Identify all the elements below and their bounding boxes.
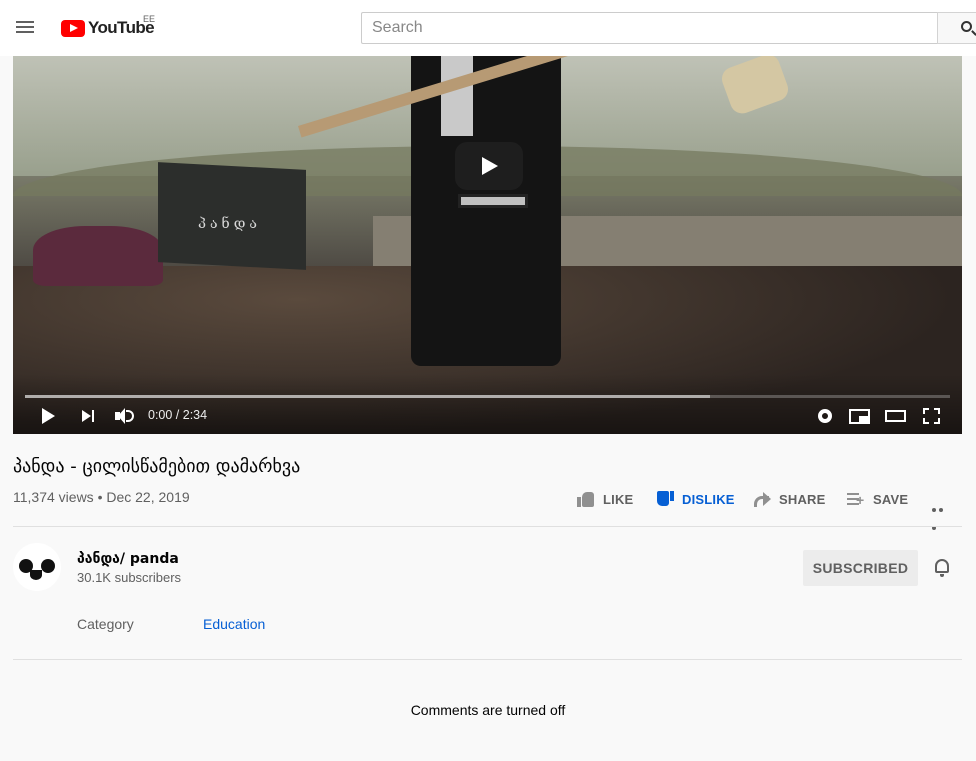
gravestone-text: პანდა: [198, 216, 261, 232]
fullscreen-icon[interactable]: [922, 404, 942, 428]
search-box: [361, 12, 937, 44]
hamburger-menu-icon[interactable]: [12, 16, 38, 40]
video-player[interactable]: პანდა 0:00 / 2:34: [13, 56, 962, 434]
thumbs-down-icon: [655, 489, 675, 509]
progress-buffered: [25, 395, 710, 398]
save-label: SAVE: [873, 491, 909, 507]
search-button[interactable]: [937, 12, 976, 44]
youtube-play-logo-icon: [61, 19, 85, 37]
share-arrow-icon: [752, 489, 772, 509]
share-label: SHARE: [779, 491, 826, 507]
youtube-logo[interactable]: YouTube EE: [61, 14, 156, 39]
person-figure: [411, 56, 561, 366]
playlist-add-icon: [846, 489, 866, 509]
theater-mode-icon[interactable]: [885, 404, 907, 428]
action-bar: LIKE DISLIKE SHARE SAVE: [0, 488, 976, 514]
dislike-button[interactable]: DISLIKE: [655, 488, 735, 510]
save-button[interactable]: SAVE: [846, 488, 908, 510]
dislike-label: DISLIKE: [682, 491, 735, 507]
comments-disabled-message: Comments are turned off: [410, 702, 566, 718]
settings-gear-icon[interactable]: [815, 404, 835, 428]
masthead: YouTube EE: [0, 0, 976, 56]
search-icon: [961, 21, 972, 32]
subscribed-button[interactable]: SUBSCRIBED: [803, 550, 918, 586]
search-input[interactable]: [362, 13, 937, 43]
channel-name[interactable]: პანდა/ panda: [77, 551, 179, 567]
like-button[interactable]: LIKE: [576, 488, 633, 510]
notification-bell-icon[interactable]: [932, 557, 952, 579]
miniplayer-icon[interactable]: [849, 404, 871, 428]
flowers: [33, 226, 163, 286]
time-display: 0:00 / 2:34: [148, 408, 208, 422]
volume-icon[interactable]: [114, 404, 136, 428]
next-icon[interactable]: [81, 404, 99, 428]
channel-avatar[interactable]: [13, 543, 61, 591]
big-play-button-icon[interactable]: [455, 142, 523, 190]
category-label: Category: [77, 616, 134, 632]
divider: [13, 659, 962, 660]
subscriber-count: 30.1K subscribers: [77, 570, 182, 585]
divider: [13, 526, 962, 527]
more-actions-icon[interactable]: [932, 499, 952, 530]
category-link[interactable]: Education: [203, 616, 265, 632]
video-title: პანდა - ცილისწამებით დამარხვა: [13, 456, 301, 477]
country-code: EE: [143, 14, 156, 24]
thumbs-up-icon: [576, 489, 596, 509]
progress-bar[interactable]: [25, 395, 950, 398]
like-label: LIKE: [603, 491, 634, 507]
play-icon[interactable]: [40, 404, 58, 428]
share-button[interactable]: SHARE: [752, 488, 826, 510]
